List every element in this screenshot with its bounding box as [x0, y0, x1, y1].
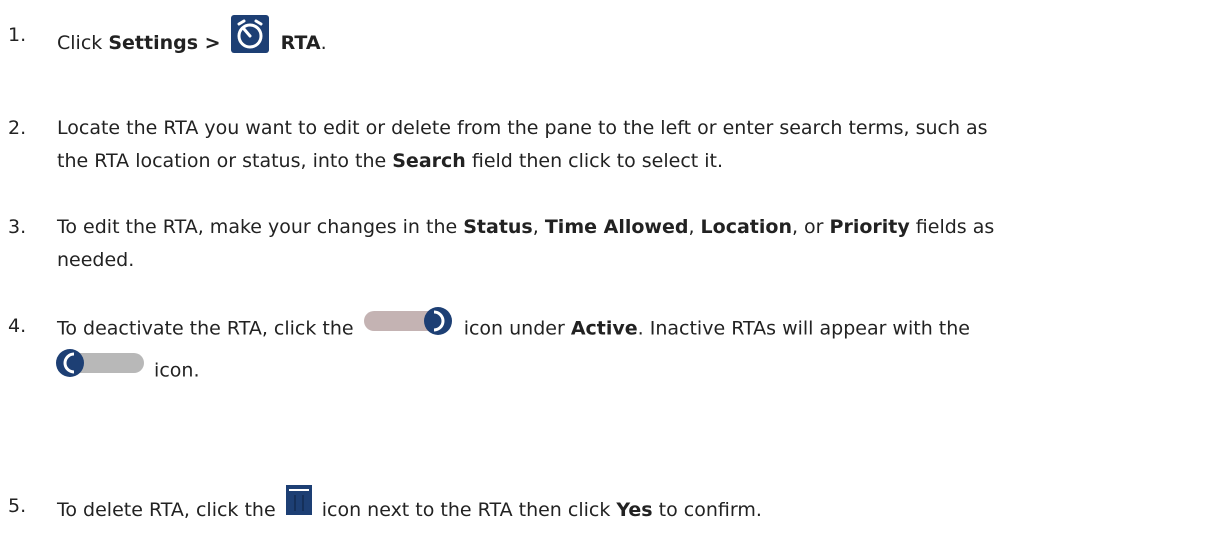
toggle-on-icon [363, 306, 454, 348]
step-1: 1. Click Settings > RTA. [0, 15, 1200, 68]
status-label: Status [463, 216, 533, 238]
step-number: 1. [8, 24, 27, 46]
priority-label: Priority [829, 216, 910, 238]
step-2: 2. Locate the RTA you want to edit or de… [0, 112, 1200, 178]
instruction-list: 1. Click Settings > RTA. 2. Locate the R… [0, 0, 1211, 553]
step-number: 2. [8, 117, 27, 139]
timer-icon [230, 15, 269, 64]
location-label: Location [700, 216, 792, 238]
trash-icon [285, 485, 312, 526]
step-3: 3. To edit the RTA, make your changes in… [0, 211, 1200, 277]
step-number: 4. [8, 315, 27, 337]
search-label: Search [392, 150, 466, 172]
settings-label: Settings > [108, 32, 221, 54]
step-4: 4. To deactivate the RTA, click the icon… [0, 306, 1200, 392]
toggle-off-icon [54, 348, 144, 390]
active-label: Active [570, 317, 638, 340]
step-5: 5. To delete RTA, click the icon next to… [0, 485, 1200, 531]
step-number: 5. [8, 495, 27, 517]
yes-label: Yes [616, 499, 653, 521]
rta-label: RTA [280, 32, 321, 54]
step-number: 3. [8, 216, 27, 238]
time-allowed-label: Time Allowed [544, 216, 689, 238]
